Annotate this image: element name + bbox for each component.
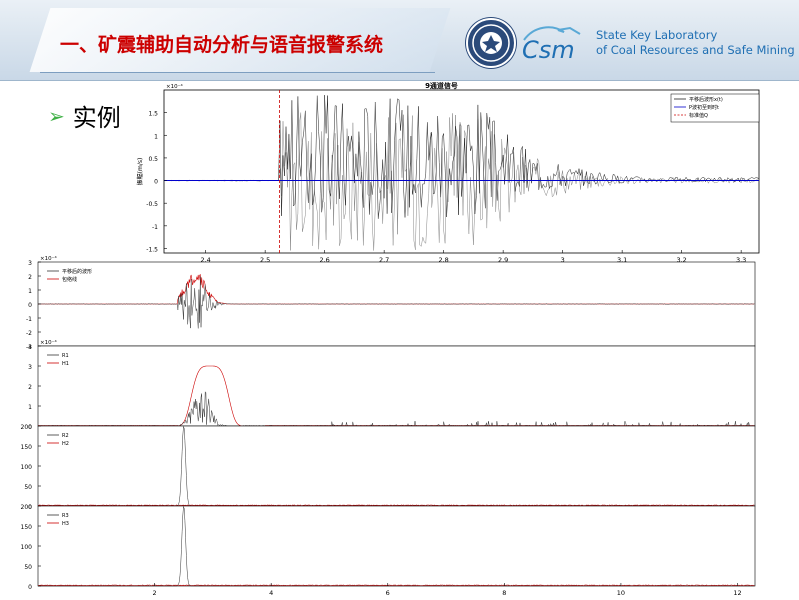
panel-1-exponent-label: ×10⁻⁴ <box>40 255 58 262</box>
csm-logo-icon: Csm <box>522 26 581 64</box>
panel-2-legend-label: H1 <box>62 361 69 367</box>
top-chart-ytick-label: 1 <box>154 133 158 140</box>
panel-4: 200 150 100 50 0 2 4 6 8 10 12 R3 H3 <box>21 504 756 597</box>
panel-1-plot-area <box>37 261 756 347</box>
panel-3-legend-label: H2 <box>62 441 69 447</box>
top-chart-xtick-label: 3 <box>561 256 565 264</box>
top-chart: 9通道信号振幅(m/s) 1.5 1 0.5 0 -0.5 -1 -1.5 ×10⁻⁴ 2.4 2.… <box>136 81 760 264</box>
panel-2-ytick-label: 2 <box>28 384 32 391</box>
panel-4-legend-label: R3 <box>62 513 69 519</box>
panel-3: 200 150 100 50 0 R2 H2 <box>21 424 756 511</box>
top-chart-ytick-label: 0.5 <box>148 156 158 163</box>
panel-4-legend-label: H3 <box>62 521 69 527</box>
top-chart-exponent-label: ×10⁻⁴ <box>166 83 184 90</box>
panel-1-ytick-label: 2 <box>28 274 32 281</box>
panel-4-ytick-label: 50 <box>24 564 32 571</box>
figure-canvas: 9通道信号振幅(m/s) 1.5 1 0.5 0 -0.5 -1 -1.5 ×10⁻⁴ 2.4 2.… <box>21 81 760 597</box>
university-emblem-icon <box>466 18 516 68</box>
top-chart-xtick-label: 3.3 <box>736 256 746 264</box>
top-chart-title: 9通道信号 <box>425 81 458 90</box>
top-chart-ytick-label: 0 <box>154 179 158 186</box>
panel-3-plot-area <box>37 425 756 507</box>
panel-2-ytick-label: 0 <box>28 424 32 431</box>
panel-4-xtick-label: 8 <box>502 589 506 597</box>
panel-4-xtick-label: 12 <box>733 589 741 597</box>
panel-1-series-black <box>37 276 755 329</box>
top-chart-xtick-label: 3.2 <box>676 256 686 264</box>
panel-1-ytick-label: -2 <box>26 330 32 337</box>
panel-1-ytick-label: -3 <box>26 344 32 351</box>
panel-3-ytick-label: 150 <box>21 444 33 451</box>
top-chart-ytick-label: -1 <box>152 224 158 231</box>
panel-2-exponent-label: ×10⁻⁴ <box>40 339 58 346</box>
top-chart-legend-label: 平移后波形x(t) <box>689 96 723 103</box>
top-chart-series-shifted <box>163 112 760 251</box>
top-chart-xtick-label: 2.9 <box>498 256 508 264</box>
panel-1-ytick-label: 1 <box>28 288 32 295</box>
section-heading: ➢ 实例 <box>48 98 121 133</box>
panel-3-ytick-label: 200 <box>21 424 33 431</box>
panel-4-xtick-label: 2 <box>153 589 157 597</box>
panel-4-series-red <box>37 584 755 586</box>
panel-3-series-red <box>37 504 755 506</box>
panel-3-series-black <box>38 426 755 507</box>
panel-1-ytick-label: 0 <box>28 302 32 309</box>
panel-4-xtick-label: 4 <box>269 589 273 597</box>
slide-header: 一、矿震辅助自动分析与语音报警系统 Csm State Key Laborato… <box>0 0 799 81</box>
section-heading-label: 实例 <box>72 104 121 132</box>
arrow-bullet-icon: ➢ <box>48 103 65 128</box>
panel-2-ytick-label: 3 <box>28 364 32 371</box>
top-chart-ytick-label: -1.5 <box>146 246 158 253</box>
panel-2-series-red <box>38 365 755 427</box>
top-chart-ylabel: 振幅(m/s) <box>136 158 144 186</box>
top-chart-xtick-label: 2.5 <box>260 256 270 264</box>
panel-3-legend-label: R2 <box>62 433 69 439</box>
top-chart-ytick-label: 1.5 <box>148 111 158 118</box>
panel-1-ytick-label: -1 <box>26 316 32 323</box>
top-chart-legend-box <box>670 93 760 123</box>
panel-3-ytick-label: 0 <box>28 504 32 511</box>
slide-title: 一、矿震辅助自动分析与语音报警系统 <box>60 34 384 56</box>
panel-1-series-red <box>38 273 755 305</box>
panel-2-ytick-label: 1 <box>28 404 32 411</box>
panel-4-series-black <box>38 506 755 587</box>
panel-2-legend-label: R1 <box>62 353 69 359</box>
top-chart-series-envelope <box>163 95 760 219</box>
panel-4-ytick-label: 150 <box>21 524 33 531</box>
lab-name: State Key Laboratory of Coal Resources a… <box>596 28 796 58</box>
top-chart-xtick-label: 2.4 <box>200 256 210 264</box>
top-chart-legend-label: P波初至到时t <box>689 104 719 111</box>
panel-2-plot-area <box>37 345 756 427</box>
title-underline <box>40 72 435 73</box>
panel-1-ytick-label: 3 <box>28 260 32 267</box>
top-chart-xtick-label: 2.7 <box>379 256 389 264</box>
panel-2: 4 3 2 1 0 ×10⁻⁴ R1 H1 <box>28 339 756 431</box>
lab-name-line1: State Key Laboratory <box>596 28 718 42</box>
panel-1-legend-label: 包络线 <box>62 276 77 283</box>
top-chart-xtick-label: 2.6 <box>319 256 329 264</box>
top-chart-xtick-label: 3.1 <box>617 256 627 264</box>
panel-4-ytick-label: 100 <box>21 544 33 551</box>
top-chart-xtick-label: 2.8 <box>438 256 448 264</box>
top-chart-legend-label: 标准值Q <box>689 112 708 119</box>
panel-4-plot-area <box>37 505 756 587</box>
panel-1-legend-label: 平移后的波形 <box>62 268 92 275</box>
panel-3-ytick-label: 100 <box>21 464 33 471</box>
lab-name-line2: of Coal Resources and Safe Mining <box>596 43 795 57</box>
panel-4-xtick-label: 6 <box>386 589 390 597</box>
svg-text:Csm: Csm <box>522 36 575 64</box>
panel-2-ytick-label: 4 <box>28 344 32 351</box>
top-chart-ytick-label: -0.5 <box>146 201 158 208</box>
panel-3-ytick-label: 50 <box>24 484 32 491</box>
panel-4-xtick-label: 10 <box>617 589 625 597</box>
panel-2-series-black <box>37 391 755 427</box>
panel-4-ytick-label: 0 <box>28 584 32 591</box>
panel-4-ytick-label: 200 <box>21 504 33 511</box>
top-chart-plot-area <box>163 89 760 254</box>
panel-1: 3 2 1 0 -1 -2 -3 ×10⁻⁴ 平移后的波形包络线 <box>26 255 756 351</box>
